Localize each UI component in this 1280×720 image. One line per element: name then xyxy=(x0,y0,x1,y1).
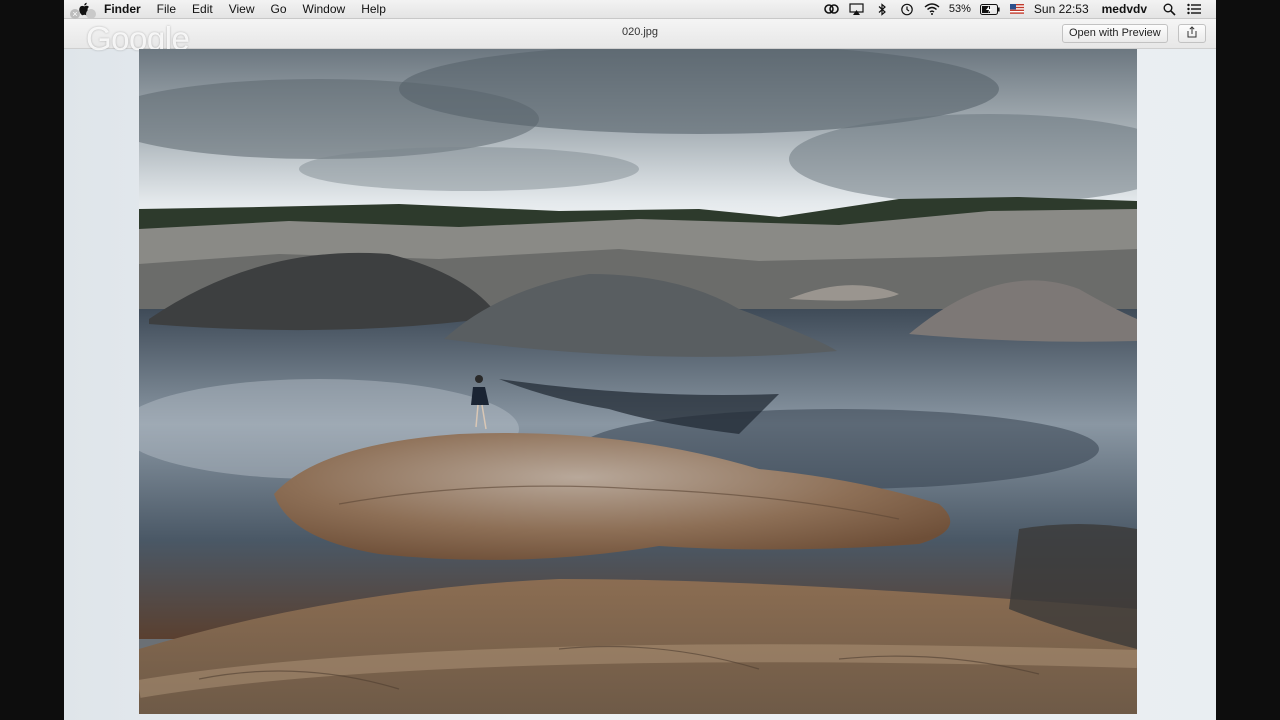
status-area: 53% Sun 22:53 medvdv xyxy=(824,2,1216,16)
close-icon[interactable]: × xyxy=(70,9,80,19)
creative-cloud-icon[interactable] xyxy=(824,2,840,16)
quicklook-title: 020.jpg xyxy=(621,26,659,38)
menubar-user[interactable]: medvdv xyxy=(1102,2,1147,16)
battery-percentage: 53% xyxy=(948,3,971,15)
bluetooth-icon[interactable] xyxy=(874,2,890,16)
share-icon xyxy=(1187,25,1197,43)
menu-edit[interactable]: Edit xyxy=(192,2,213,16)
battery-icon[interactable] xyxy=(979,2,1000,16)
right-letterbox xyxy=(1216,0,1280,720)
flag-us-icon[interactable] xyxy=(1009,2,1025,16)
menu-bar: Finder File Edit View Go Window Help 53% xyxy=(64,0,1216,19)
menu-go[interactable]: Go xyxy=(271,2,287,16)
menu-window[interactable]: Window xyxy=(303,2,346,16)
menu-finder[interactable]: Finder xyxy=(104,2,141,16)
time-machine-icon[interactable] xyxy=(899,2,915,16)
menubar-clock[interactable]: Sun 22:53 xyxy=(1034,2,1089,16)
menu-file[interactable]: File xyxy=(157,2,176,16)
open-with-preview-button[interactable]: Open with Preview xyxy=(1062,24,1168,43)
notification-center-icon[interactable] xyxy=(1186,2,1202,16)
wifi-icon[interactable] xyxy=(924,2,940,16)
preview-image xyxy=(139,49,1137,714)
menu-view[interactable]: View xyxy=(229,2,255,16)
left-letterbox xyxy=(0,0,64,720)
spotlight-icon[interactable] xyxy=(1161,2,1177,16)
share-button[interactable] xyxy=(1178,24,1206,43)
airplay-icon[interactable] xyxy=(849,2,865,16)
screen: Finder File Edit View Go Window Help 53% xyxy=(64,0,1216,720)
fullscreen-icon[interactable] xyxy=(86,9,96,19)
menu-help[interactable]: Help xyxy=(361,2,386,16)
